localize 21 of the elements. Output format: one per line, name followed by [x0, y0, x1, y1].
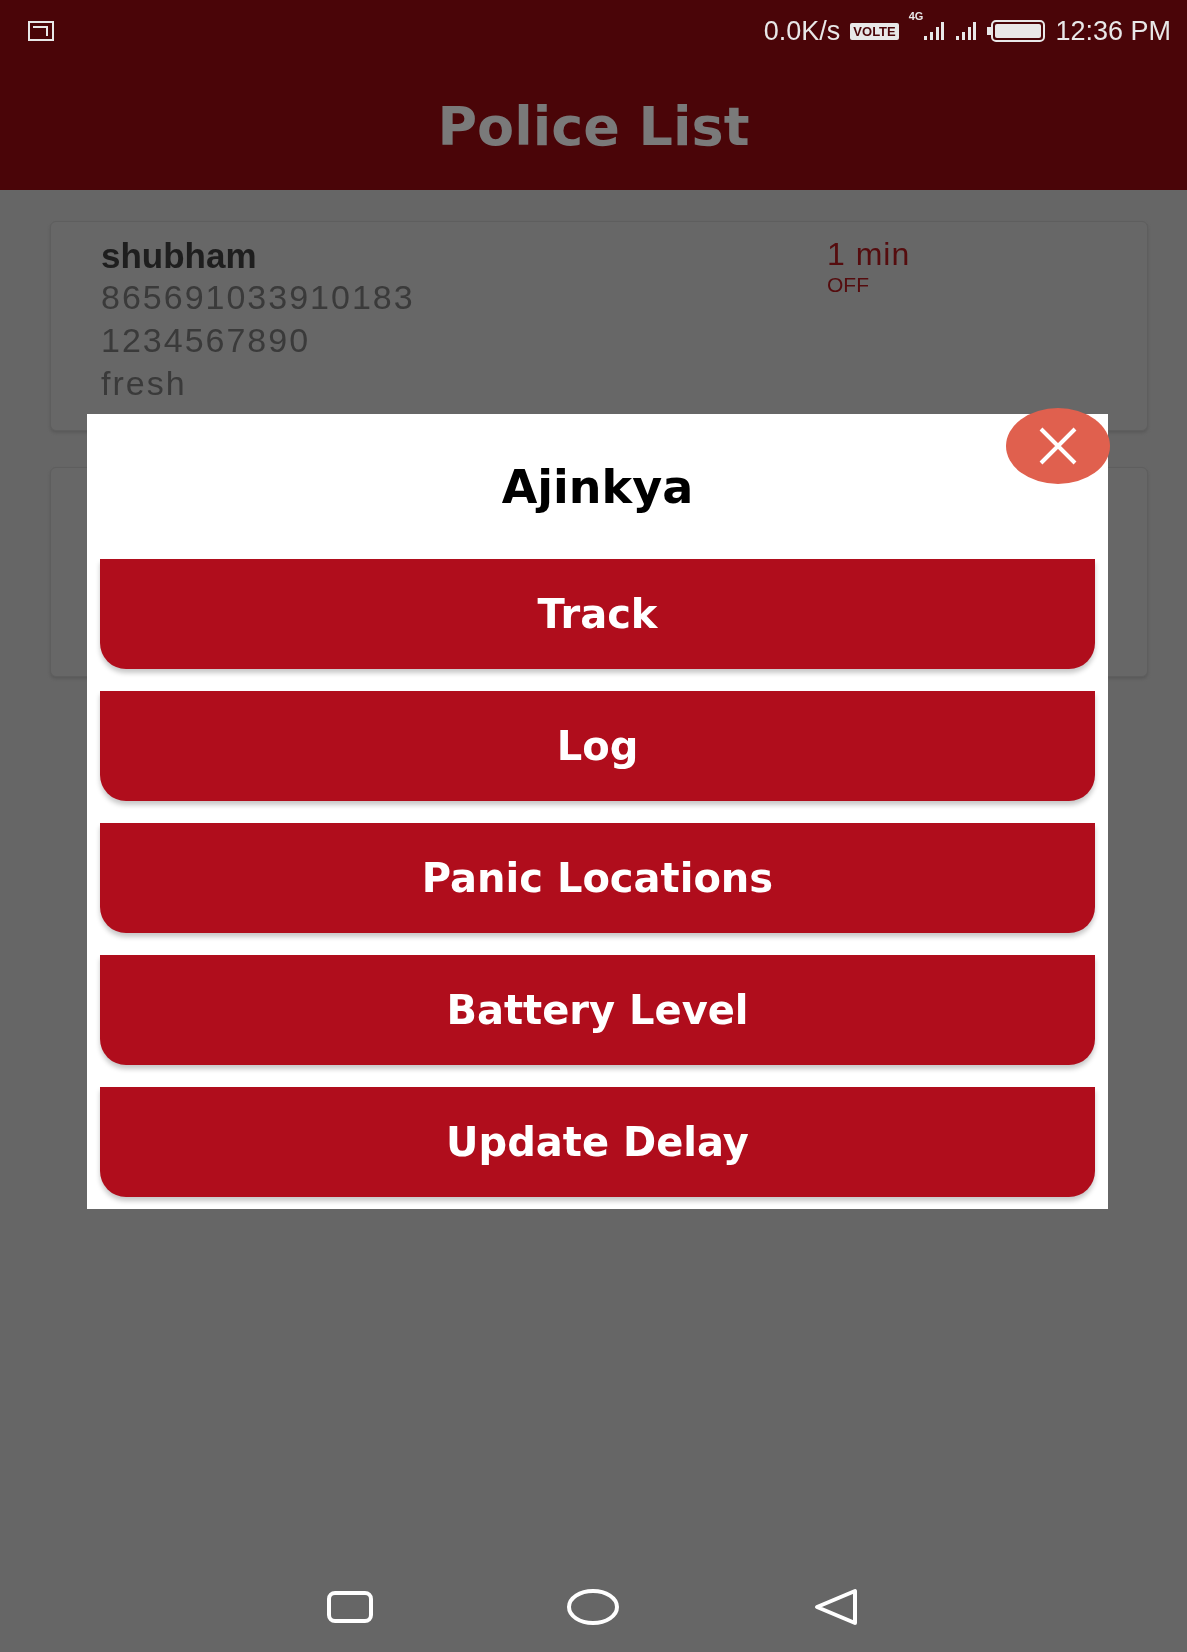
officer-name: shubham: [101, 236, 258, 276]
recent-apps-icon[interactable]: [326, 1590, 375, 1624]
action-button[interactable]: Update Delay: [100, 1087, 1095, 1197]
action-button[interactable]: Battery Level: [100, 955, 1095, 1065]
screen-cast-icon: [28, 21, 54, 41]
signal-icon: [923, 21, 946, 41]
home-icon[interactable]: [566, 1588, 621, 1626]
signal-icon: [955, 21, 978, 41]
close-icon: [1038, 426, 1078, 466]
clock-time: 12:36 PM: [1055, 15, 1171, 47]
volte-badge: VOLTE: [850, 22, 899, 40]
network-speed: 0.0K/s: [763, 15, 841, 47]
battery-icon: [987, 20, 1046, 42]
action-button[interactable]: Log: [100, 691, 1095, 801]
tracking-state: OFF: [827, 273, 869, 297]
action-button[interactable]: Panic Locations: [100, 823, 1095, 933]
screen-title: Police List: [437, 94, 750, 158]
update-interval: 1 min: [827, 236, 911, 273]
action-button[interactable]: Track: [100, 559, 1095, 669]
dialog-title: Ajinkya: [500, 458, 695, 516]
network-type: 4G: [908, 10, 924, 22]
